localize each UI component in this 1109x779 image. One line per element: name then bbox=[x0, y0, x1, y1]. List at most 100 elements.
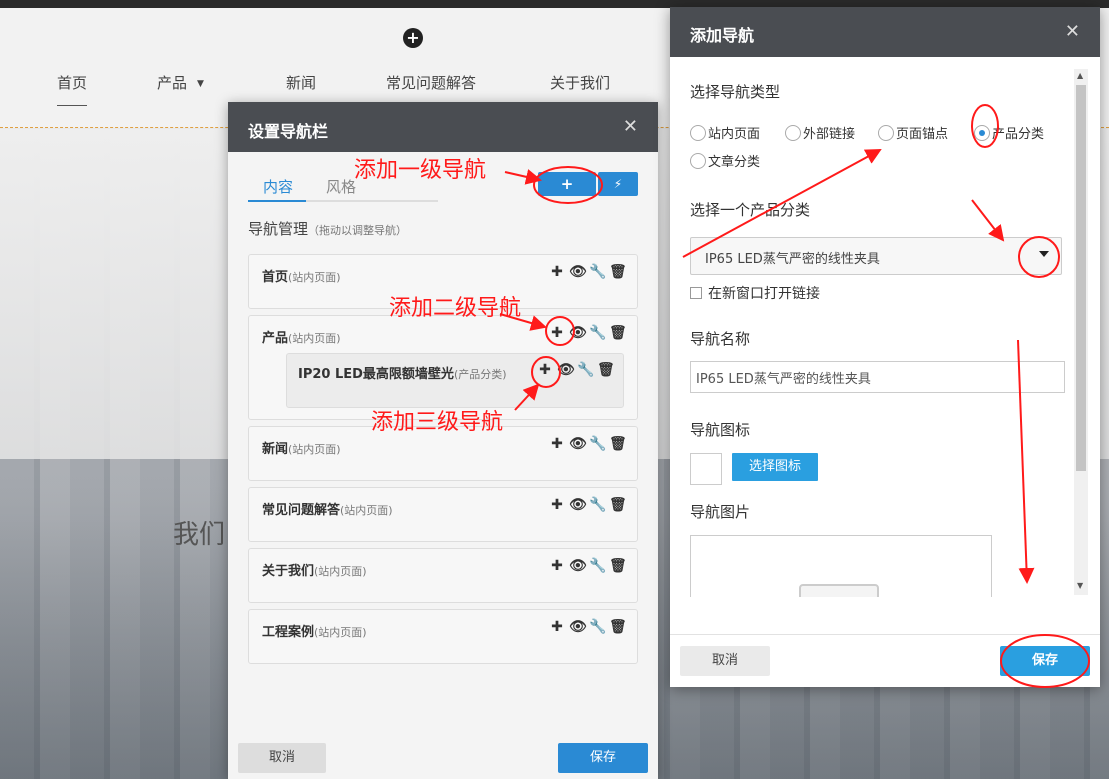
nav-settings-tabs: 内容 风格 bbox=[248, 176, 438, 202]
new-window-label: 在新窗口打开链接 bbox=[708, 286, 820, 302]
site-nav: 首页 产品 ▼ 新闻 常见问题解答 关于我们 bbox=[0, 72, 680, 106]
add-subnav-plus-icon[interactable]: ✚ bbox=[549, 436, 565, 452]
eye-icon[interactable]: 👁 bbox=[569, 264, 587, 280]
nav-type-section-title: 选择导航类型 bbox=[690, 83, 781, 101]
add-subnav-plus-icon[interactable]: ✚ bbox=[549, 619, 565, 635]
nav-item-actions: ✚ 👁 🔧 🗑 bbox=[549, 558, 627, 574]
nav-management-hint: （拖动以调整导航） bbox=[308, 224, 408, 237]
nav-item-title: 产品(站内页面) bbox=[262, 327, 341, 346]
site-nav-about[interactable]: 关于我们 bbox=[550, 72, 610, 93]
add-level2-plus-icon[interactable]: ✚ bbox=[549, 325, 565, 341]
add-nav-header: 添加导航 ✕ bbox=[670, 7, 1100, 57]
trash-icon[interactable]: 🗑 bbox=[609, 325, 627, 341]
close-icon[interactable]: ✕ bbox=[623, 116, 638, 137]
sub-nav-item-card[interactable]: IP20 LED最高限额墙壁光(产品分类) ✚ 👁 🔧 🗑 bbox=[286, 353, 624, 408]
nav-settings-save-button[interactable]: 保存 bbox=[558, 743, 648, 773]
eye-icon[interactable]: 👁 bbox=[569, 558, 587, 574]
eye-icon[interactable]: 👁 bbox=[569, 436, 587, 452]
wrench-icon[interactable]: 🔧 bbox=[589, 497, 606, 513]
add-subnav-plus-icon[interactable]: ✚ bbox=[549, 497, 565, 513]
nav-icon-preview bbox=[690, 453, 722, 485]
trash-icon[interactable]: 🗑 bbox=[609, 558, 627, 574]
scroll-thumb[interactable] bbox=[1076, 85, 1086, 471]
add-nav-save-button[interactable]: 保存 bbox=[1000, 646, 1090, 676]
nav-item-actions: ✚ 👁 🔧 🗑 bbox=[549, 264, 627, 280]
radio-article-category[interactable]: 文章分类 bbox=[690, 151, 760, 170]
radio-circle-checked bbox=[974, 124, 990, 141]
nav-item-name: 常见问题解答 bbox=[262, 503, 341, 518]
quick-action-button[interactable]: ⚡ bbox=[598, 172, 638, 196]
eye-icon[interactable]: 👁 bbox=[569, 497, 587, 513]
radio-circle bbox=[690, 124, 706, 141]
nav-item-title: 首页(站内页面) bbox=[262, 266, 341, 285]
radio-internal-page[interactable]: 站内页面 bbox=[690, 123, 760, 142]
wrench-icon[interactable]: 🔧 bbox=[577, 362, 594, 378]
eye-icon[interactable]: 👁 bbox=[569, 619, 587, 635]
nav-item-card[interactable]: 关于我们(站内页面) ✚ 👁 🔧 🗑 bbox=[248, 548, 638, 603]
wrench-icon[interactable]: 🔧 bbox=[589, 558, 606, 574]
site-nav-products-label: 产品 bbox=[157, 74, 188, 92]
nav-item-card[interactable]: 工程案例(站内页面) ✚ 👁 🔧 🗑 bbox=[248, 609, 638, 664]
nav-item-card[interactable]: 首页(站内页面) ✚ 👁 🔧 🗑 bbox=[248, 254, 638, 309]
caret-down-icon bbox=[1039, 251, 1049, 257]
radio-label: 站内页面 bbox=[708, 127, 761, 142]
tab-style[interactable]: 风格 bbox=[326, 176, 356, 197]
add-section-plus-icon[interactable]: + bbox=[403, 28, 423, 48]
add-nav-title: 添加导航 bbox=[690, 26, 755, 45]
nav-item-actions: ✚ 👁 🔧 🗑 bbox=[549, 325, 627, 341]
wrench-icon[interactable]: 🔧 bbox=[589, 619, 606, 635]
radio-label: 页面锚点 bbox=[896, 127, 949, 142]
site-nav-faq[interactable]: 常见问题解答 bbox=[386, 72, 476, 93]
nav-item-title: 关于我们(站内页面) bbox=[262, 560, 367, 579]
choose-icon-button[interactable]: 选择图标 bbox=[732, 453, 818, 481]
nav-item-card[interactable]: 产品(站内页面) ✚ 👁 🔧 🗑 IP20 LED最高限额墙壁光(产品分类) ✚… bbox=[248, 315, 638, 420]
radio-external-link[interactable]: 外部链接 bbox=[785, 123, 855, 142]
eye-icon[interactable]: 👁 bbox=[557, 362, 575, 378]
nav-item-type: (站内页面) bbox=[288, 332, 341, 345]
add-nav-form: 选择导航类型 站内页面 外部链接 页面锚点 产品分类 文章分类 选择一个产品分类… bbox=[670, 67, 1072, 597]
nav-name-input[interactable] bbox=[690, 361, 1065, 393]
plus-icon: + bbox=[560, 175, 574, 193]
radio-page-anchor[interactable]: 页面锚点 bbox=[878, 123, 948, 142]
nav-icon-section-title: 导航图标 bbox=[690, 421, 751, 439]
scroll-up-icon[interactable]: ▲ bbox=[1077, 71, 1083, 80]
site-nav-news[interactable]: 新闻 bbox=[286, 72, 316, 93]
nav-item-type: (站内页面) bbox=[314, 565, 367, 578]
add-level3-plus-icon[interactable]: ✚ bbox=[537, 362, 553, 378]
trash-icon[interactable]: 🗑 bbox=[609, 264, 627, 280]
form-scrollbar[interactable]: ▲ ▼ bbox=[1074, 69, 1088, 595]
product-category-select[interactable]: IP65 LED蒸气严密的线性夹具 bbox=[690, 237, 1062, 275]
trash-icon[interactable]: 🗑 bbox=[609, 497, 627, 513]
add-level1-nav-button[interactable]: + bbox=[538, 172, 596, 196]
radio-product-category[interactable]: 产品分类 bbox=[974, 123, 1044, 142]
add-subnav-plus-icon[interactable]: ✚ bbox=[549, 264, 565, 280]
new-window-checkbox[interactable]: 在新窗口打开链接 bbox=[690, 283, 820, 303]
nav-settings-cancel-button[interactable]: 取消 bbox=[238, 743, 326, 773]
nav-item-card[interactable]: 常见问题解答(站内页面) ✚ 👁 🔧 🗑 bbox=[248, 487, 638, 542]
checkbox-box bbox=[690, 287, 702, 299]
nav-image-upload[interactable] bbox=[690, 535, 992, 597]
nav-name-section-title: 导航名称 bbox=[690, 330, 751, 348]
wrench-icon[interactable]: 🔧 bbox=[589, 436, 606, 452]
radio-circle bbox=[690, 152, 706, 169]
nav-item-type: (站内页面) bbox=[314, 626, 367, 639]
tab-content[interactable]: 内容 bbox=[263, 176, 293, 197]
radio-label: 外部链接 bbox=[803, 127, 856, 142]
scroll-down-icon[interactable]: ▼ bbox=[1077, 581, 1083, 590]
wrench-icon[interactable]: 🔧 bbox=[589, 325, 606, 341]
nav-management-label: 导航管理 bbox=[248, 220, 309, 238]
trash-icon[interactable]: 🗑 bbox=[609, 436, 627, 452]
wrench-icon[interactable]: 🔧 bbox=[589, 264, 606, 280]
nav-item-card[interactable]: 新闻(站内页面) ✚ 👁 🔧 🗑 bbox=[248, 426, 638, 481]
trash-icon[interactable]: 🗑 bbox=[597, 362, 615, 378]
add-nav-cancel-button[interactable]: 取消 bbox=[680, 646, 770, 676]
site-nav-home[interactable]: 首页 bbox=[57, 72, 88, 106]
nav-item-title: 常见问题解答(站内页面) bbox=[262, 499, 393, 518]
radio-circle bbox=[785, 124, 801, 141]
add-subnav-plus-icon[interactable]: ✚ bbox=[549, 558, 565, 574]
eye-icon[interactable]: 👁 bbox=[569, 325, 587, 341]
site-nav-products[interactable]: 产品 ▼ bbox=[157, 72, 204, 93]
nav-item-type: (站内页面) bbox=[340, 504, 393, 517]
close-icon[interactable]: ✕ bbox=[1065, 21, 1080, 42]
trash-icon[interactable]: 🗑 bbox=[609, 619, 627, 635]
